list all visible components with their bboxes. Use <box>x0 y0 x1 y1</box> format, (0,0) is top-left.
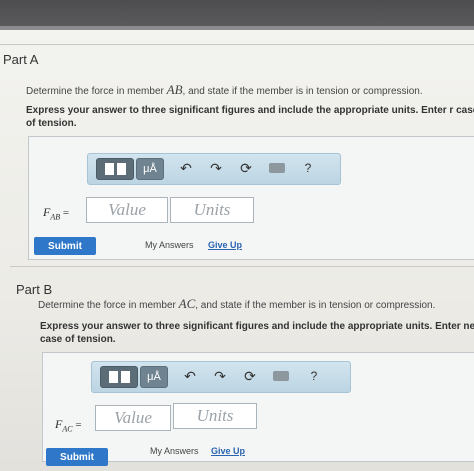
part-b-units-input[interactable]: Units <box>173 403 257 429</box>
top-dark-bar <box>0 0 474 26</box>
problem-page: Part A Determine the force in member AB,… <box>0 30 474 471</box>
part-b-title: Part B <box>16 282 53 297</box>
part-a-label-sub: AB <box>50 212 61 222</box>
undo-icon[interactable]: ↶ <box>176 158 196 178</box>
reset-icon[interactable]: ⟳ <box>240 366 260 386</box>
part-a-label-eq: = <box>60 207 70 219</box>
part-b-label-sub: AC <box>62 424 73 434</box>
part-a-member: AB <box>166 82 183 97</box>
part-a-prompt: Determine the force in member AB, and st… <box>26 82 423 98</box>
units-symbol-button[interactable]: μÅ <box>140 366 168 388</box>
part-b-give-up-link[interactable]: Give Up <box>211 446 245 456</box>
part-a-force-label: FAB = <box>43 205 69 221</box>
part-a-prompt-text: Determine the force in member <box>26 86 167 97</box>
units-symbol-button[interactable]: μÅ <box>136 158 164 180</box>
part-a-instruction: Express your answer to three significant… <box>26 105 474 129</box>
undo-icon[interactable]: ↶ <box>180 366 200 386</box>
help-icon[interactable]: ? <box>298 158 318 178</box>
part-b-toolbar: μÅ ↶ ↷ ⟳ ? <box>91 361 351 393</box>
part-b-my-answers[interactable]: My Answers <box>150 446 199 456</box>
redo-icon[interactable]: ↷ <box>206 158 226 178</box>
part-a-top-divider <box>0 44 474 45</box>
part-a-give-up-link[interactable]: Give Up <box>208 240 242 250</box>
part-a-value-input[interactable]: Value <box>86 197 168 223</box>
part-a-submit-button[interactable]: Submit <box>34 237 96 255</box>
reset-icon[interactable]: ⟳ <box>236 158 256 178</box>
keyboard-icon[interactable] <box>270 366 292 386</box>
part-b-submit-button[interactable]: Submit <box>46 448 108 466</box>
part-b-instruction: Express your answer to three significant… <box>40 321 474 345</box>
part-b-prompt-text: Determine the force in member <box>38 300 179 311</box>
part-a-title: Part A <box>3 52 39 67</box>
part-a-my-answers[interactable]: My Answers <box>145 240 194 250</box>
part-b-member: AC <box>178 296 196 311</box>
part-b-prompt: Determine the force in member AC, and st… <box>38 296 435 312</box>
part-b-label-eq: = <box>72 419 82 431</box>
redo-icon[interactable]: ↷ <box>210 366 230 386</box>
part-a-toolbar: μÅ ↶ ↷ ⟳ ? <box>87 153 341 185</box>
part-b-force-label: FAC = <box>55 417 82 433</box>
part-b-top-divider <box>10 266 474 267</box>
part-b-value-input[interactable]: Value <box>95 405 171 431</box>
help-icon[interactable]: ? <box>304 366 324 386</box>
templates-icon[interactable] <box>96 158 134 180</box>
part-a-units-input[interactable]: Units <box>170 197 254 223</box>
keyboard-icon[interactable] <box>266 158 288 178</box>
part-a-prompt-tail: , and state if the member is in tension … <box>182 86 423 97</box>
templates-icon[interactable] <box>100 366 138 388</box>
part-b-answer-box: μÅ ↶ ↷ ⟳ ? FAC = Value Units <box>42 352 474 462</box>
part-b-prompt-tail: , and state if the member is in tension … <box>195 300 436 311</box>
